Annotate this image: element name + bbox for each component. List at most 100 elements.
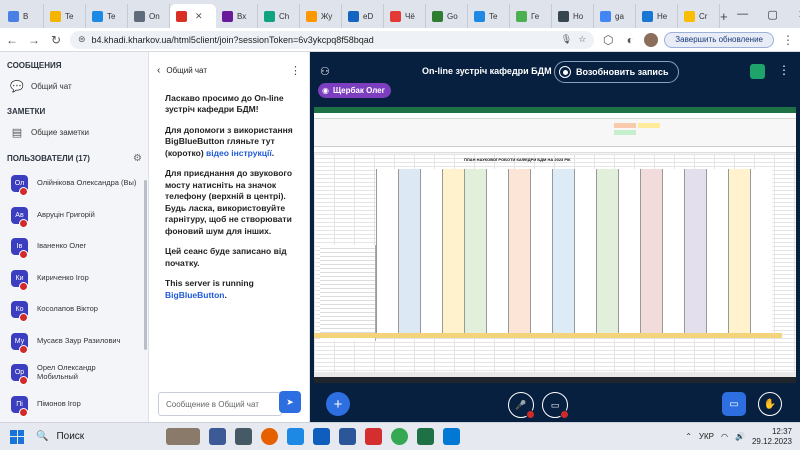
settings-gear-icon[interactable]: ⚙: [133, 153, 142, 164]
app-red-icon[interactable]: [365, 428, 382, 445]
shared-notes-item[interactable]: ▤ Общие заметки: [0, 120, 148, 144]
window-controls: —▢✕: [728, 0, 800, 28]
user-list-item[interactable]: Ів Іваненко Олег: [0, 231, 148, 263]
tab-favicon-icon: [50, 10, 61, 22]
reload-icon[interactable]: ↻: [48, 33, 64, 47]
browser-tab[interactable]: He: [636, 4, 678, 28]
chevron-left-icon[interactable]: ‹: [157, 65, 160, 76]
close-tab-icon[interactable]: ✕: [195, 11, 203, 22]
language-indicator[interactable]: УКР: [699, 432, 714, 441]
task-view-icon[interactable]: [209, 428, 226, 445]
resume-recording-button[interactable]: Возобновить запись: [554, 61, 679, 83]
excel-icon[interactable]: [417, 428, 434, 445]
windows-start-icon[interactable]: [10, 429, 24, 444]
user-list-item[interactable]: Ав Авруцін Григорій: [0, 200, 148, 232]
firefox-icon[interactable]: [261, 428, 278, 445]
sheet-column: [376, 169, 398, 337]
camera-off-icon: ▭: [550, 399, 560, 410]
browser-tab[interactable]: ✕: [170, 4, 216, 28]
bookmark-star-icon[interactable]: ☆: [578, 34, 586, 45]
wifi-icon[interactable]: ◠: [721, 432, 728, 441]
browser-tab[interactable]: ga: [594, 4, 636, 28]
sheet-column: [640, 169, 662, 337]
meeting-title: On-line зустріч кафедри БДМ: [422, 66, 552, 76]
extensions-icon[interactable]: ⬡: [600, 33, 616, 47]
user-list-item[interactable]: Ко Косолапов Віктор: [0, 294, 148, 326]
shared-screen: ПЛАН НАУКОВОЇ РОБОТИ КАФЕДРИ БДМ НА 2023…: [314, 107, 796, 383]
camera-button[interactable]: ▭: [542, 392, 569, 419]
tab-favicon-icon: [684, 10, 695, 22]
building-widget-icon[interactable]: [166, 428, 200, 445]
shared-notes-label: Общие заметки: [31, 127, 89, 137]
recording-note: Цей сеанс буде записано від початку.: [165, 246, 287, 268]
excel-ribbon: [314, 119, 796, 147]
browser-tab[interactable]: Te: [86, 4, 128, 28]
microphone-icon[interactable]: 🎙: [561, 34, 572, 45]
new-tab-button[interactable]: +: [720, 4, 728, 28]
browser-tab[interactable]: Cr: [678, 4, 720, 28]
tab-favicon-icon: [134, 10, 145, 22]
more-options-icon[interactable]: ⋮: [290, 64, 301, 77]
browser-tab[interactable]: Жу: [300, 4, 342, 28]
toggle-users-icon[interactable]: ⚇: [320, 65, 330, 78]
account-avatar[interactable]: [644, 32, 659, 47]
forward-icon[interactable]: →: [26, 33, 42, 47]
browser-tab[interactable]: Go: [426, 4, 468, 28]
close-window-icon[interactable]: ✕: [788, 8, 800, 21]
bigbluebutton-link[interactable]: BigBlueButton: [165, 290, 225, 300]
video-instructions-link[interactable]: відео інструкції: [206, 148, 272, 158]
microphone-off-icon: 🎤: [515, 399, 527, 410]
maximize-icon[interactable]: ▢: [758, 8, 788, 21]
user-initials: Ки: [15, 274, 24, 282]
presentation-toggle-button[interactable]: ▭: [722, 392, 746, 416]
update-button[interactable]: Завершить обновление: [664, 31, 774, 48]
options-menu-icon[interactable]: ⋮: [778, 63, 790, 77]
user-list-item[interactable]: Пі Пімонов Ігор: [0, 389, 148, 421]
store-icon[interactable]: [313, 428, 330, 445]
raise-hand-button[interactable]: ✋: [758, 392, 782, 416]
tab-label: Вх: [237, 11, 247, 21]
chat-message-input[interactable]: Сообщение в Общий чат: [158, 392, 282, 416]
browser-tab[interactable]: Ho: [552, 4, 594, 28]
chrome-icon[interactable]: [391, 428, 408, 445]
user-list-item[interactable]: Ор Орел Олександр Мобильный: [0, 357, 148, 389]
browser-tab[interactable]: Чё: [384, 4, 426, 28]
user-initials: Му: [14, 337, 25, 345]
send-button[interactable]: ➤: [279, 391, 301, 413]
browser-tab[interactable]: Te: [468, 4, 510, 28]
taskbar-search[interactable]: 🔍 Поиск: [36, 427, 162, 447]
unmute-button[interactable]: 🎤: [508, 392, 535, 419]
connection-status-icon[interactable]: [750, 64, 765, 79]
public-chat-item[interactable]: 💬 Общий чат: [0, 74, 148, 98]
profile-icon[interactable]: ◐: [622, 33, 638, 47]
browser-tab[interactable]: eD: [342, 4, 384, 28]
back-icon[interactable]: ←: [4, 33, 20, 47]
actions-plus-button[interactable]: +: [326, 392, 350, 416]
muted-status-icon: [19, 376, 28, 386]
users-scrollbar[interactable]: [144, 180, 147, 350]
volume-icon[interactable]: 🔊: [735, 432, 745, 441]
user-list-item[interactable]: Ол Олійнікова Олександра (Вы): [0, 168, 148, 200]
browser-tab[interactable]: Вх: [216, 4, 258, 28]
site-info-icon[interactable]: ⊜: [78, 34, 86, 45]
address-bar[interactable]: ⊜ b4.khadi.kharkov.ua/html5client/join?s…: [70, 30, 595, 49]
edge-icon[interactable]: [443, 428, 460, 445]
minimize-icon[interactable]: —: [728, 8, 758, 20]
browser-tab[interactable]: Te: [44, 4, 86, 28]
clock[interactable]: 12:37 29.12.2023: [752, 427, 792, 447]
menu-icon[interactable]: ⋮: [780, 33, 796, 47]
chevron-up-icon[interactable]: ⌃: [685, 432, 692, 441]
browser-tab[interactable]: Ch: [258, 4, 300, 28]
app-icon[interactable]: [235, 428, 252, 445]
search-icon: 🔍: [36, 431, 49, 442]
browser-tab[interactable]: On: [128, 4, 170, 28]
user-list-item[interactable]: Ки Кириченко Ігор: [0, 263, 148, 295]
browser-tab[interactable]: Ге: [510, 4, 552, 28]
style-good: [614, 130, 636, 135]
word-icon[interactable]: [339, 428, 356, 445]
browser-tab[interactable]: В: [2, 4, 44, 28]
muted-status-icon: [19, 344, 28, 354]
user-list-item[interactable]: Му Мусаєв Заур Разилович: [0, 326, 148, 358]
folder-icon[interactable]: [287, 428, 304, 445]
tab-label: He: [657, 11, 668, 21]
